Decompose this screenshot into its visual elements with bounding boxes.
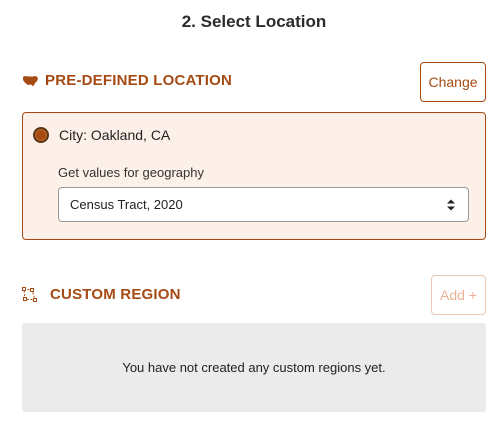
empty-state-message: You have not created any custom regions …	[122, 360, 386, 375]
select-location-panel: 2. Select Location PRE-DEFINED LOCATION …	[0, 0, 504, 432]
polygon-region-icon	[22, 286, 38, 303]
predefined-location-title: PRE-DEFINED LOCATION	[45, 72, 233, 89]
selected-location-label: City: Oakland, CA	[59, 127, 171, 143]
geography-label: Get values for geography	[58, 165, 204, 180]
add-custom-region-button[interactable]: Add +	[431, 275, 486, 315]
location-radio-row[interactable]: City: Oakland, CA	[33, 127, 170, 143]
geography-select[interactable]: Census Tract, 2020	[58, 187, 469, 222]
select-arrows-icon	[446, 198, 456, 212]
predefined-location-header: PRE-DEFINED LOCATION	[22, 72, 232, 89]
custom-regions-empty-state: You have not created any custom regions …	[22, 323, 486, 412]
step-title: 2. Select Location	[181, 12, 327, 31]
usa-map-icon	[22, 74, 39, 88]
custom-region-title: CUSTOM REGION	[50, 286, 181, 303]
geography-select-value: Census Tract, 2020	[70, 197, 183, 212]
change-location-button[interactable]: Change	[420, 62, 486, 102]
predefined-location-card: City: Oakland, CA Get values for geograp…	[22, 112, 486, 240]
custom-region-header: CUSTOM REGION	[22, 286, 181, 303]
location-radio[interactable]	[33, 127, 49, 143]
